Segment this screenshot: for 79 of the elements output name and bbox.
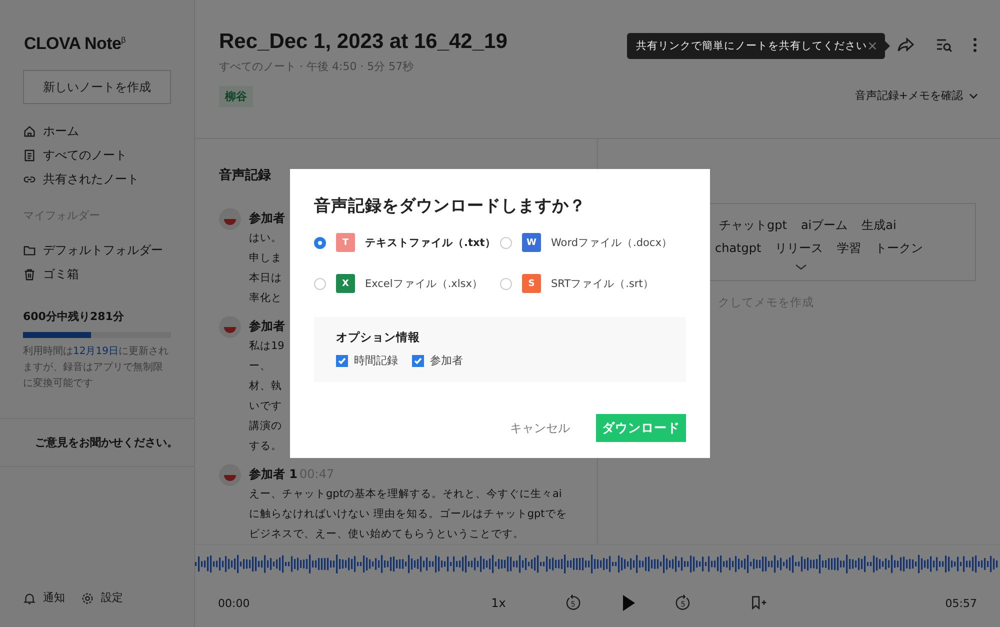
file-type-icon: W (522, 233, 541, 252)
note-title: Rec_Dec 1, 2023 at 16_42_19 (219, 30, 508, 54)
file-type-icon: T (336, 233, 355, 252)
transcript-line: する。 (249, 439, 283, 454)
transcript-line: 本日は (249, 271, 283, 286)
usage-title: 600分中残り281分 (23, 309, 125, 324)
transcript-line: ー、 (249, 359, 272, 374)
folder-item[interactable]: ゴミ箱 (43, 265, 79, 283)
speaker-name: 参加者 (249, 319, 285, 333)
new-note-button[interactable]: 新しいノートを作成 (23, 70, 171, 104)
dialog-title: 音声記録をダウンロードしますか？ (314, 195, 587, 217)
radio-button[interactable] (314, 236, 326, 248)
speaker-name: 参加者 (249, 211, 285, 225)
radio-button[interactable] (314, 278, 326, 290)
logo: CLOVA Note$^{β}$ (24, 34, 126, 53)
options-title: オプション情報 (336, 330, 421, 345)
checkbox-label[interactable]: 時間記録 (354, 353, 398, 368)
avatar-icon (219, 464, 241, 486)
nav-icon (23, 148, 36, 162)
nav-item[interactable]: 共有されたノート (43, 170, 139, 188)
transcript-line: はい。 (249, 231, 283, 246)
total-time: 05:57 (945, 596, 977, 610)
folder-icon (23, 244, 36, 256)
download-button[interactable]: ダウンロード (596, 414, 686, 442)
avatar-icon (219, 208, 241, 230)
checkbox[interactable] (412, 354, 424, 366)
option-label[interactable]: Excelファイル（.xlsx） (365, 276, 483, 290)
more-icon[interactable] (972, 35, 978, 55)
nav-item[interactable]: ホーム (43, 122, 79, 140)
close-icon[interactable]: × (867, 38, 878, 54)
view-dropdown[interactable]: 音声記録+メモを確認 (854, 88, 978, 103)
transcript-line: えー、チャットgptの基本を理解する。それと、今すぐに生々ai (249, 487, 563, 502)
tooltip-text: 共有リンクで簡単にノートを共有してください (636, 39, 867, 53)
transcript-line: いです (249, 399, 283, 414)
transcript-line: ビジネスで、えー、使い始めてもらうということです。 (249, 527, 525, 542)
speaker-name: 参加者 1 (249, 467, 298, 481)
keyword[interactable]: aiブーム (800, 214, 848, 237)
folder-item[interactable]: デフォルトフォルダー (43, 241, 163, 259)
keyword[interactable]: リリース (775, 237, 824, 260)
expand-icon[interactable] (795, 264, 807, 270)
nav-icon (23, 124, 36, 138)
usage-note: 利用時間は12月19日 に更新されますが、録音はアプリで無制限に変換可能です (23, 344, 170, 391)
cancel-button[interactable]: キャンセル (504, 414, 576, 442)
feedback-link[interactable]: ご意見をお聞かせください。 (35, 435, 178, 450)
date-link[interactable]: 12月19日 (73, 346, 118, 357)
option-label[interactable]: テキストファイル（.txt） (365, 236, 496, 250)
keyword[interactable]: 生成ai (862, 214, 896, 237)
bell-icon (23, 592, 36, 604)
footer-link[interactable]: 設定 (101, 589, 123, 607)
footer-link[interactable]: 通知 (43, 589, 65, 607)
trash-icon (23, 268, 36, 280)
checkbox-label[interactable]: 参加者 (430, 353, 463, 368)
transcript-line: 講演の (249, 419, 283, 434)
nav-item[interactable]: すべてのノート (43, 146, 127, 164)
section-title: 音声記録 (219, 167, 272, 184)
caret-icon[interactable] (969, 92, 978, 98)
checkbox[interactable] (336, 354, 348, 366)
settings-icon (81, 592, 94, 604)
transcript-line: に触らなければいけない 理由を知る。ゴールはチャットgptでを (249, 507, 567, 522)
transcript-line: 材、執 (249, 379, 283, 394)
file-type-icon: S (522, 274, 541, 293)
speed-button[interactable]: 1x (491, 596, 506, 610)
option-label[interactable]: SRTファイル（.srt） (551, 276, 654, 290)
keyword[interactable]: 学習 (837, 237, 862, 260)
tag[interactable]: 柳谷 (219, 86, 253, 107)
file-type-icon: X (336, 274, 355, 293)
bookmark-add-icon[interactable] (750, 594, 768, 612)
option-label[interactable]: Wordファイル（.docx） (551, 236, 672, 250)
radio-button[interactable] (500, 236, 512, 248)
transcript-line: 私は19 (249, 339, 285, 354)
transcript-line: 率化と (249, 291, 283, 306)
keyword[interactable]: トークン (875, 237, 924, 260)
current-time: 00:00 (218, 596, 250, 610)
transcript-line: 申しま (249, 251, 283, 266)
keyword[interactable]: チャットgpt (719, 214, 787, 237)
avatar-icon (219, 316, 241, 338)
keyword[interactable]: chatgpt (715, 237, 762, 260)
radio-button[interactable] (500, 278, 512, 290)
note-meta: すべてのノート · 午後 4:50 · 5分 57秒 (219, 59, 414, 74)
